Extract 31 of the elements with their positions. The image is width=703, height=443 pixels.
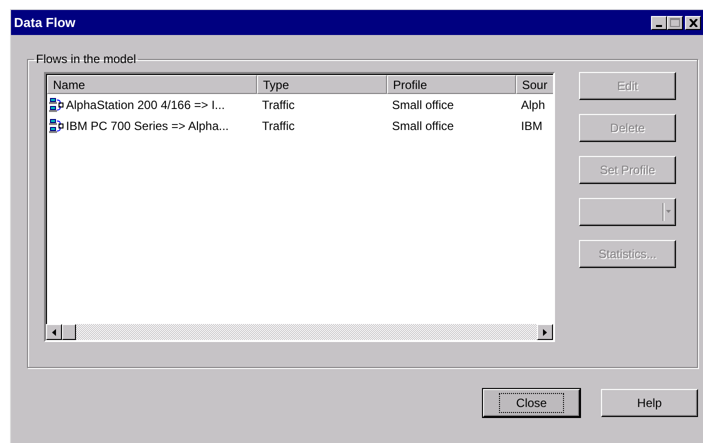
column-header[interactable]: Sour (516, 75, 553, 94)
column-header[interactable]: Type (257, 75, 387, 94)
flow-icon (49, 118, 65, 134)
scroll-right-button[interactable] (537, 324, 553, 340)
table-cell: Small office (392, 118, 454, 132)
table-cell: IBM PC 700 Series => Alpha... (66, 118, 229, 132)
maximize-icon (670, 18, 680, 27)
flow-icon (49, 96, 65, 112)
left-arrow-icon (52, 328, 56, 336)
table-cell: Alph (521, 98, 546, 112)
table-cell: Small office (392, 98, 454, 112)
table-cell: IBM (521, 118, 542, 132)
window-title: Data Flow (14, 15, 76, 30)
column-header[interactable]: Name (47, 75, 257, 94)
minimize-button[interactable] (651, 16, 667, 30)
dropdown-arrow-icon (662, 203, 672, 221)
horizontal-scrollbar[interactable] (46, 324, 553, 340)
dialog-button[interactable]: Help (601, 389, 698, 417)
scroll-left-button[interactable] (46, 324, 62, 340)
maximize-button[interactable] (667, 16, 683, 30)
table-cell: Traffic (262, 98, 295, 112)
dialog-button[interactable]: Close (483, 389, 580, 417)
table-cell: AlphaStation 200 4/166 => I... (66, 98, 225, 112)
close-icon (688, 18, 698, 26)
column-header[interactable]: Profile (387, 75, 516, 94)
table-cell: Traffic (262, 118, 295, 132)
minimize-icon (656, 24, 662, 26)
close-button[interactable] (685, 16, 701, 30)
scroll-thumb[interactable] (62, 324, 76, 340)
right-arrow-icon (543, 328, 547, 336)
group-label: Flows in the model (35, 52, 138, 66)
